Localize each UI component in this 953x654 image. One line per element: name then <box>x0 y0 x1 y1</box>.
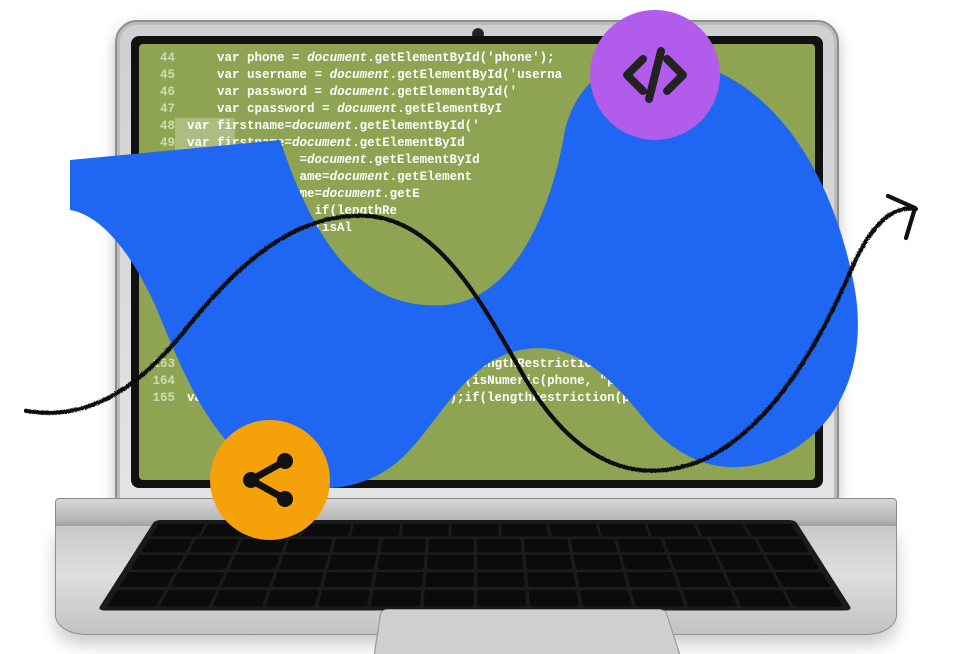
code-line: phanumeric(passwo <box>145 254 815 271</box>
code-line: 163var fi 'fname');if(lengthRestriction(… <box>145 356 815 373</box>
code-line: if(isAlphabetic(username,"Please Enter t… <box>145 322 815 339</box>
keyboard <box>97 520 852 611</box>
code-editor: 44 var phone = document.getElementById('… <box>139 44 815 480</box>
laptop-deck <box>55 526 895 634</box>
trackpad <box>370 609 687 654</box>
illustration: 44 var phone = document.getElementById('… <box>0 0 953 654</box>
code-line: 165var ('fname');if(lengthRestriction(ph… <box>145 390 815 407</box>
laptop: 44 var phone = document.getElementById('… <box>115 20 835 640</box>
code-badge <box>590 10 720 140</box>
code-line: 48var firstname=document.getElementById(… <box>145 118 815 135</box>
code-line: (isAlphanumeric(cpassw <box>145 288 815 305</box>
code-line: 164var fi 'fname');if(isNumeric(phone, "… <box>145 373 815 390</box>
code-line: 47 var cpassword = document.getElementBy… <box>145 101 815 118</box>
code-icon <box>615 35 695 115</box>
code-line: if(lengthRestriction(cpassword, 5, 10,"f… <box>145 305 815 322</box>
screen: 44 var phone = document.getElementById('… <box>139 44 815 480</box>
code-line: = if(lengthRe <box>145 203 815 220</box>
code-line: engthRestriction(passw <box>145 271 815 288</box>
code-line: me=document.getE <box>145 186 815 203</box>
code-line: r ID No"); <box>145 237 815 254</box>
code-line: 49var firstname=document.getElementById <box>145 135 815 152</box>
code-line: if(isAl <box>145 220 815 237</box>
code-line: ")){ <box>145 339 815 356</box>
share-icon <box>235 445 305 515</box>
code-line: ame=document.getElement <box>145 169 815 186</box>
laptop-lid: 44 var phone = document.getElementById('… <box>115 20 839 504</box>
share-badge <box>210 420 330 540</box>
code-line: =document.getElementById <box>145 152 815 169</box>
